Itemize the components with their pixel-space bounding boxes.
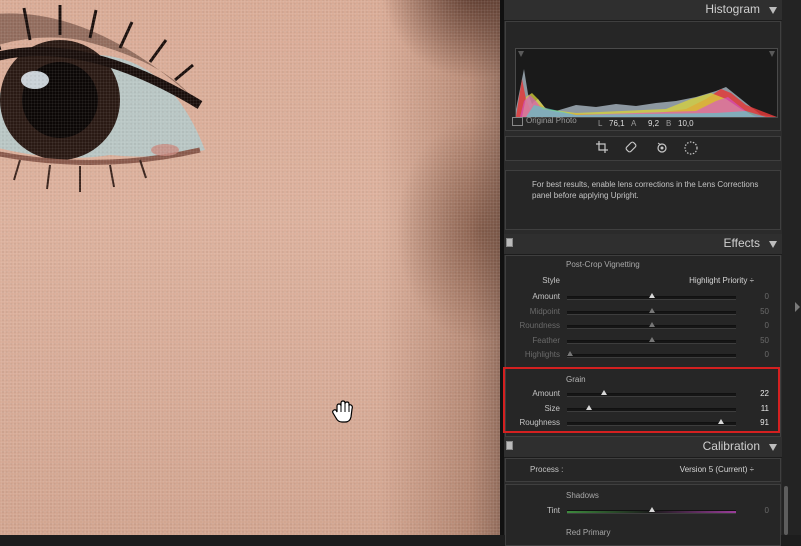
- vignette-style-select[interactable]: Highlight Priority ÷: [689, 276, 754, 285]
- histogram-title: Histogram: [705, 2, 760, 16]
- upright-note: For best results, enable lens correction…: [532, 180, 759, 200]
- amount-slider[interactable]: [567, 293, 736, 300]
- collapse-triangle-icon[interactable]: [769, 7, 777, 14]
- size-label: Size: [544, 403, 560, 413]
- histogram-box: L 76,1 A 9,2 B 10,0 Original Photo: [505, 21, 781, 131]
- shadows-heading: Shadows: [566, 491, 599, 500]
- readout-a-label: A: [631, 119, 637, 128]
- size-value[interactable]: 11: [724, 404, 769, 413]
- roundness-slider[interactable]: [567, 322, 736, 330]
- vignette-style-label: Style: [542, 276, 560, 285]
- readout-b-label: B: [666, 119, 672, 128]
- readout-l-label: L: [598, 119, 603, 128]
- vignette-heading: Post-Crop Vignetting: [566, 260, 640, 269]
- histogram-header[interactable]: Histogram: [504, 0, 782, 21]
- tool-strip: [505, 136, 781, 161]
- feather-value[interactable]: 50: [724, 336, 769, 345]
- midpoint-value[interactable]: 50: [724, 307, 769, 316]
- tint-slider-thumb[interactable]: [648, 507, 655, 512]
- midpoint-slider-thumb[interactable]: [648, 307, 655, 313]
- amount-slider-thumb[interactable]: [648, 293, 655, 298]
- red-primary-heading: Red Primary: [566, 528, 611, 537]
- masking-icon[interactable]: [684, 141, 698, 155]
- panel-toggle-icon[interactable]: [506, 238, 513, 247]
- grain-heading: Grain: [566, 375, 586, 384]
- midpoint-slider[interactable]: [567, 307, 736, 315]
- tint-value[interactable]: 0: [724, 506, 769, 515]
- readout-a-value: 9,2: [648, 119, 660, 128]
- panel-toggle-icon[interactable]: [506, 441, 513, 450]
- process-label: Process :: [530, 465, 564, 474]
- size-slider-thumb[interactable]: [585, 404, 592, 410]
- right-edge-strip: [782, 0, 801, 535]
- histogram-curves: [516, 51, 777, 117]
- panel-scrollbar-thumb[interactable]: [784, 486, 788, 535]
- effects-header[interactable]: Effects: [504, 234, 782, 255]
- calibration-title: Calibration: [702, 439, 760, 453]
- photo-canvas[interactable]: [0, 0, 500, 535]
- red-eye-icon[interactable]: [655, 141, 669, 155]
- roundness-slider-thumb[interactable]: [648, 322, 655, 328]
- grain-texture: [0, 0, 500, 535]
- amount-value[interactable]: 22: [724, 389, 769, 398]
- amount-value[interactable]: 0: [724, 292, 769, 301]
- tint-label: Tint: [546, 506, 560, 515]
- original-photo-checkbox[interactable]: [512, 117, 523, 126]
- calibration-body: [505, 484, 781, 546]
- highlights-label: Highlights: [524, 350, 560, 360]
- effects-title: Effects: [723, 236, 760, 250]
- calibration-header[interactable]: Calibration: [504, 437, 782, 458]
- readout-b-value: 10,0: [678, 119, 694, 128]
- develop-right-panel: Histogram L 76,1 A 9,2 B 10,0 Original P…: [503, 0, 782, 546]
- readout-l-value: 76,1: [609, 119, 625, 128]
- tint-slider[interactable]: [567, 507, 736, 514]
- amount-label: Amount: [532, 389, 560, 398]
- amount-slider[interactable]: [567, 390, 736, 397]
- feather-slider-thumb[interactable]: [648, 336, 655, 342]
- roughness-label: Roughness: [519, 418, 560, 428]
- midpoint-label: Midpoint: [529, 306, 560, 316]
- roundness-label: Roundness: [519, 321, 560, 331]
- feather-label: Feather: [532, 335, 560, 345]
- collapse-triangle-icon[interactable]: [769, 241, 777, 248]
- collapse-triangle-icon[interactable]: [769, 444, 777, 451]
- expand-panel-arrow-icon[interactable]: [795, 302, 800, 312]
- healing-brush-icon[interactable]: [624, 141, 638, 155]
- amount-slider-thumb[interactable]: [601, 390, 608, 395]
- highlights-value[interactable]: 0: [724, 350, 769, 359]
- size-slider[interactable]: [567, 404, 736, 412]
- roughness-value[interactable]: 91: [724, 418, 769, 427]
- highlights-slider-thumb[interactable]: [567, 351, 574, 357]
- histogram-graph: [515, 48, 778, 118]
- crop-icon[interactable]: [595, 141, 609, 155]
- roughness-slider[interactable]: [567, 419, 736, 427]
- hand-cursor-icon: [332, 400, 353, 423]
- feather-slider[interactable]: [567, 336, 736, 344]
- process-version-select[interactable]: Version 5 (Current) ÷: [680, 465, 754, 474]
- roundness-value[interactable]: 0: [724, 321, 769, 330]
- roughness-slider-thumb[interactable]: [717, 419, 724, 425]
- amount-label: Amount: [532, 292, 560, 301]
- highlights-slider[interactable]: [567, 351, 736, 359]
- original-photo-label: Original Photo: [526, 116, 577, 125]
